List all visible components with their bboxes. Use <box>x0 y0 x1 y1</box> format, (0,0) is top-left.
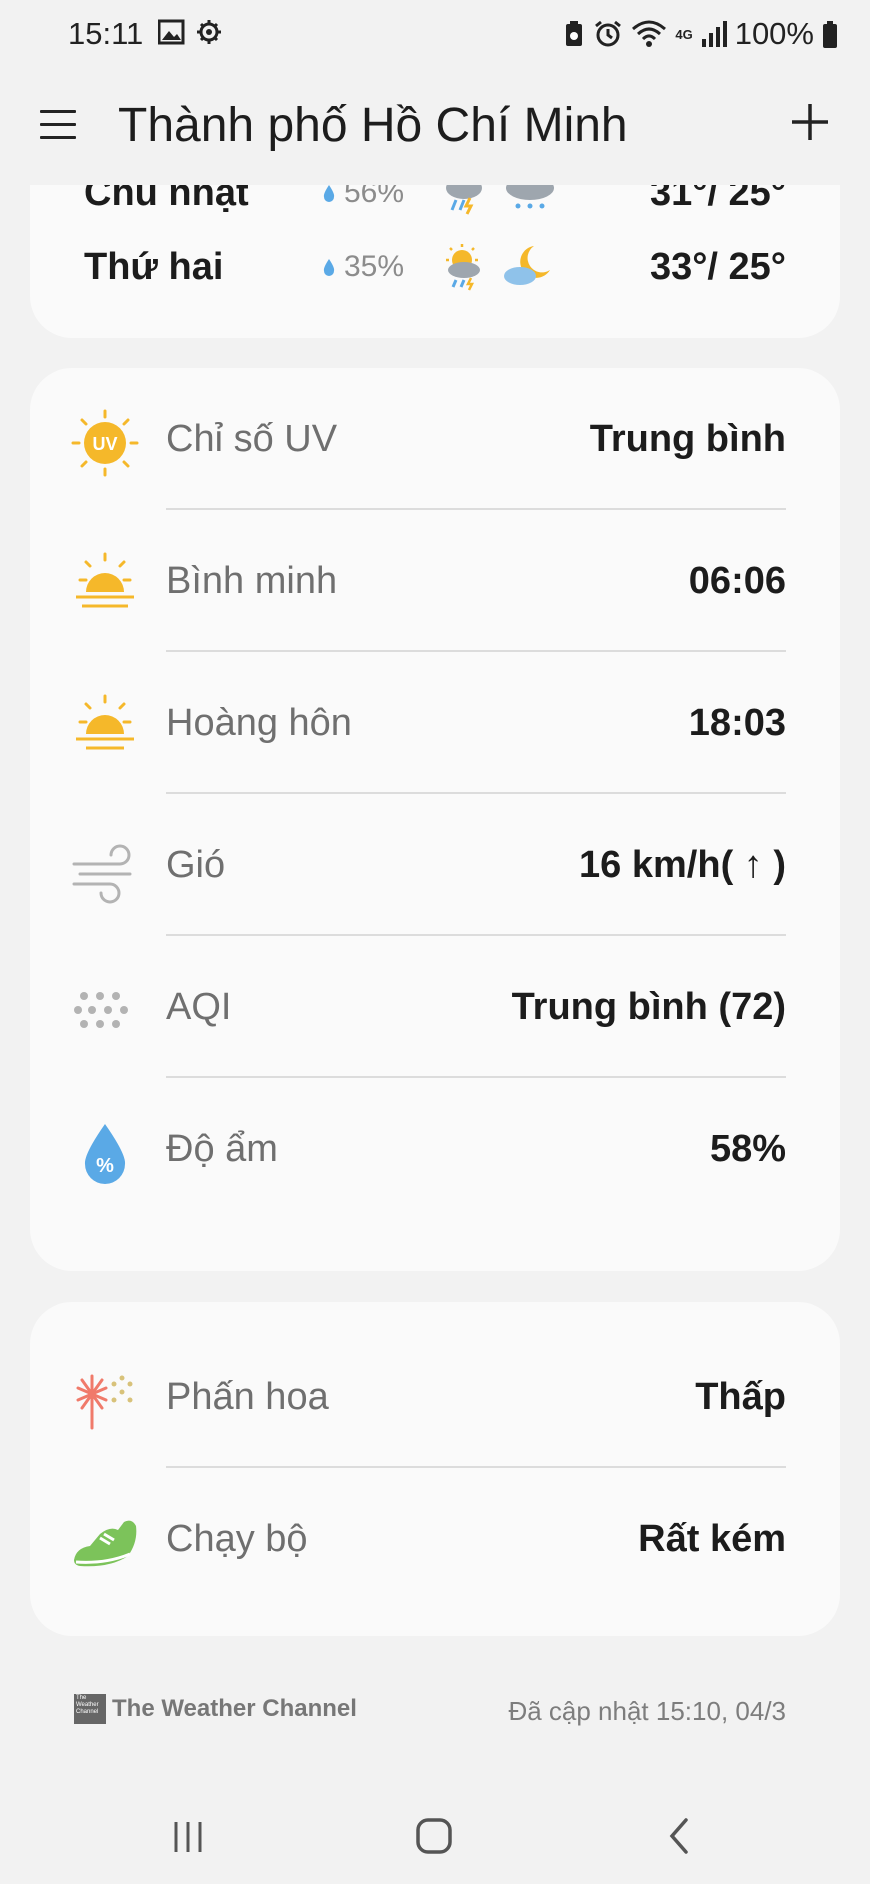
navigation-bar <box>0 1790 870 1884</box>
gallery-icon <box>157 19 185 45</box>
sun-storm-icon <box>446 244 480 291</box>
status-time: 15:11 <box>68 16 144 51</box>
detail-label: Bình minh <box>166 560 338 602</box>
battery-icon <box>823 21 837 48</box>
detail-row-pollen[interactable]: Phấn hoa Thấp <box>30 1326 840 1468</box>
wifi-icon <box>632 20 667 47</box>
status-left-icons <box>157 18 228 53</box>
detail-label: Hoàng hôn <box>166 702 352 744</box>
forecast-day: Thứ hai <box>84 246 224 288</box>
sunrise-icon <box>76 552 134 608</box>
detail-value: 18:03 <box>688 702 786 744</box>
precip-drop-icon <box>323 259 335 276</box>
forecast-temp: 33°/ 25° <box>649 246 786 288</box>
add-location-button[interactable] <box>788 100 832 144</box>
detail-label: Phấn hoa <box>166 1376 329 1418</box>
detail-value: Rất kém <box>638 1518 786 1560</box>
detail-value: 16 km/h( ↑ ) <box>579 844 786 886</box>
weather-channel-logo: The Weather Channel <box>74 1694 106 1724</box>
svg-text:%: % <box>96 1155 114 1177</box>
detail-row-wind[interactable]: Gió 16 km/h( ↑ ) <box>30 794 840 936</box>
network-type: 4G <box>675 26 693 42</box>
detail-label: Chạy bộ <box>166 1518 308 1560</box>
forecast-row[interactable]: Thứ hai 35% 33°/ 25° <box>30 238 840 298</box>
detail-label: AQI <box>166 986 232 1028</box>
detail-row-running[interactable]: Chạy bộ Rất kém <box>30 1468 840 1610</box>
detail-label: Chỉ số UV <box>166 418 338 460</box>
detail-value: Trung bình <box>589 418 786 460</box>
city-title: Thành phố Hồ Chí Minh <box>118 99 628 152</box>
forecast-precip: 35% <box>344 250 405 283</box>
uv-icon: UV <box>71 409 139 477</box>
lifestyle-card: Phấn hoa Thấp Chạy bộ Rất kém <box>30 1302 840 1636</box>
alarm-icon <box>595 20 622 47</box>
menu-icon[interactable] <box>40 110 76 144</box>
last-updated: Đã cập nhật 15:10, 04/3 <box>508 1696 786 1726</box>
status-right: 4G 100% <box>563 16 838 52</box>
detail-label: Gió <box>166 844 226 886</box>
details-card: UV Chỉ số UV Trung bình Bình minh 06:06 <box>30 368 840 1271</box>
detail-row-uv[interactable]: UV Chỉ số UV Trung bình <box>30 368 840 510</box>
battery-saver-icon <box>566 21 583 46</box>
settings-gear-icon <box>197 20 221 44</box>
moon-cloud-icon <box>504 246 550 285</box>
sunset-icon <box>76 694 134 750</box>
wind-icon <box>72 844 132 904</box>
humidity-icon: % <box>84 1124 126 1184</box>
detail-row-sunset[interactable]: Hoàng hôn 18:03 <box>30 652 840 794</box>
detail-value: 06:06 <box>688 560 786 602</box>
app-bar: Thành phố Hồ Chí Minh <box>0 70 870 185</box>
running-shoe-icon <box>74 1520 137 1567</box>
status-bar: 15:11 4G 100% <box>0 0 870 70</box>
pollen-icon <box>76 1374 133 1430</box>
svg-text:UV: UV <box>92 434 117 454</box>
brand-name: The Weather Channel <box>112 1695 357 1722</box>
detail-value: Trung bình (72) <box>511 986 786 1028</box>
detail-row-sunrise[interactable]: Bình minh 06:06 <box>30 510 840 652</box>
detail-value: 58% <box>709 1128 786 1170</box>
home-button[interactable] <box>414 1816 454 1856</box>
detail-row-humidity[interactable]: % Độ ẩm 58% <box>30 1078 840 1220</box>
precip-drop-icon <box>323 185 335 202</box>
recent-apps-button[interactable] <box>170 1820 210 1854</box>
weather-channel-link[interactable]: The Weather Channel The Weather Channel <box>74 1694 357 1724</box>
aqi-icon <box>74 992 128 1028</box>
detail-label: Độ ẩm <box>166 1128 278 1170</box>
battery-percent: 100% <box>734 16 814 51</box>
back-button[interactable] <box>664 1816 694 1856</box>
signal-icon <box>701 21 727 47</box>
detail-row-aqi[interactable]: AQI Trung bình (72) <box>30 936 840 1078</box>
detail-value: Thấp <box>695 1376 786 1418</box>
